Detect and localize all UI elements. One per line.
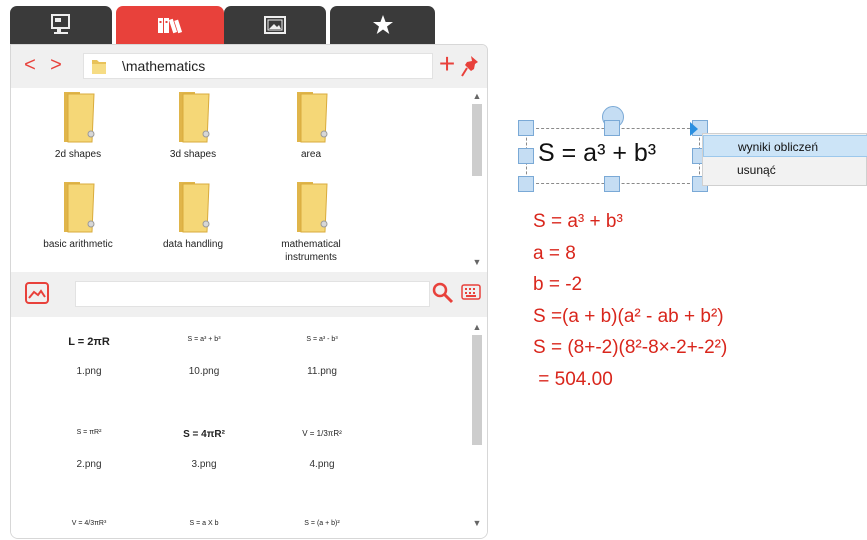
menu-item-delete[interactable]: usunąć — [703, 159, 867, 181]
resize-handle-top-left[interactable] — [518, 120, 534, 136]
calculation-line: S = a³ + b³ — [533, 211, 623, 232]
library-icon — [158, 18, 183, 34]
folder-label: area — [300, 149, 321, 160]
image-icon — [264, 16, 286, 34]
resize-handle-bottom-left[interactable] — [518, 176, 534, 192]
image-item[interactable]: S = (a + b)² — [277, 520, 367, 534]
computer-icon — [51, 14, 70, 34]
folder-label: basic arithmetic — [43, 239, 113, 250]
folder-icon — [179, 182, 210, 233]
library-panel: < > \mathematics + 2d shapes 3d shapes a… — [10, 44, 488, 539]
scroll-thumb[interactable] — [472, 104, 482, 176]
folder-icon — [297, 92, 328, 143]
calculation-line: S = (8+-2)(8²-8×-2+-2²) — [533, 337, 728, 358]
formula-thumbnail: V = 4/3πR³ — [71, 520, 107, 527]
context-menu: wyniki obliczeń usunąć — [702, 133, 867, 186]
image-item[interactable]: S = a³ - b³ 11.png — [277, 336, 367, 377]
search-bar — [11, 272, 487, 317]
path-field[interactable]: \mathematics — [83, 53, 433, 79]
menu-item-calculation-results[interactable]: wyniki obliczeń — [703, 135, 867, 157]
folder-item[interactable]: mathematical instruments — [256, 178, 366, 264]
folder-item[interactable]: area — [256, 88, 366, 161]
scroll-up-icon[interactable]: ▲ — [471, 321, 483, 333]
image-item[interactable]: S = 4πR² 3.png — [159, 429, 249, 470]
library-tabs — [10, 6, 435, 44]
selected-formula[interactable]: S = a³ + b³ — [538, 139, 656, 168]
tab-favorites[interactable] — [330, 6, 435, 44]
formula-thumbnail: V = 1/3πR² — [302, 429, 342, 438]
formula-thumbnail: S = (a + b)² — [304, 520, 340, 527]
file-name: 10.png — [188, 366, 220, 377]
formula-thumbnail: S = a X b — [189, 520, 219, 527]
add-button[interactable]: + — [436, 49, 458, 79]
file-name: 3.png — [191, 459, 217, 470]
folder-icon — [92, 60, 106, 74]
image-insert-icon[interactable] — [25, 282, 49, 304]
folder-scrollbar[interactable]: ▲ ▼ — [471, 90, 483, 268]
file-name: 2.png — [76, 459, 102, 470]
formula-thumbnail: S = a³ - b³ — [306, 336, 338, 343]
calculation-line: S =(a + b)(a² - ab + b²) — [533, 305, 724, 327]
pin-icon[interactable] — [461, 54, 481, 78]
search-icon[interactable] — [432, 282, 454, 304]
image-scrollbar[interactable]: ▲ ▼ — [471, 321, 483, 531]
folder-item[interactable]: 2d shapes — [23, 88, 133, 161]
star-icon — [372, 15, 393, 34]
folder-label: 2d shapes — [54, 149, 102, 160]
image-item[interactable]: S = a X b — [159, 520, 249, 534]
image-item[interactable]: S = πR² 2.png — [44, 429, 134, 470]
formula-thumbnail: S = πR² — [76, 429, 102, 436]
tab-library[interactable] — [116, 6, 224, 44]
calculation-line: b = -2 — [533, 274, 583, 295]
forward-button[interactable]: > — [47, 54, 65, 76]
folder-icon — [64, 92, 95, 143]
scroll-down-icon[interactable]: ▼ — [471, 256, 483, 268]
image-item[interactable]: S = a³ + b³ 10.png — [159, 336, 249, 377]
path-bar: < > \mathematics + — [11, 45, 487, 88]
file-name: 11.png — [307, 366, 337, 377]
folder-icon — [64, 182, 95, 233]
search-input[interactable] — [75, 281, 430, 307]
scroll-thumb[interactable] — [472, 335, 482, 445]
folder-icon — [297, 182, 328, 233]
scroll-down-icon[interactable]: ▼ — [471, 517, 483, 529]
calculation-line: a = 8 — [533, 242, 576, 264]
file-name: 4.png — [309, 459, 335, 470]
folder-icon — [179, 92, 210, 143]
calculation-result: S = a³ + b³ a = 8 b = -2 S =(a + b)(a² -… — [533, 206, 727, 395]
folder-label: mathematical instruments — [281, 239, 341, 263]
resize-handle-left[interactable] — [518, 148, 534, 164]
tab-computer[interactable] — [10, 6, 112, 44]
formula-thumbnail: S = a³ + b³ — [187, 336, 221, 343]
folder-label: 3d shapes — [169, 149, 217, 160]
path-text: \mathematics — [122, 58, 206, 74]
folder-item[interactable]: basic arithmetic — [23, 178, 133, 251]
file-name: 1.png — [76, 366, 102, 377]
folder-label: data handling — [162, 239, 224, 250]
menu-arrow-icon[interactable] — [690, 122, 698, 136]
folder-item[interactable]: 3d shapes — [138, 88, 248, 161]
formula-thumbnail: L = 2πR — [68, 336, 110, 348]
image-item[interactable]: L = 2πR 1.png — [44, 336, 134, 377]
image-grid: L = 2πR 1.png S = a³ + b³ 10.png S = a³ … — [11, 317, 487, 538]
scroll-up-icon[interactable]: ▲ — [471, 90, 483, 102]
back-button[interactable]: < — [21, 54, 39, 76]
image-item[interactable]: V = 1/3πR² 4.png — [277, 429, 367, 470]
folder-item[interactable]: data handling — [138, 178, 248, 251]
tab-images[interactable] — [224, 6, 326, 44]
image-item[interactable]: V = 4/3πR³ — [44, 520, 134, 534]
calculation-line: = 504.00 — [533, 368, 613, 390]
formula-thumbnail: S = 4πR² — [183, 429, 225, 440]
resize-handle-bottom[interactable] — [604, 176, 620, 192]
keyboard-icon[interactable] — [461, 284, 481, 300]
resize-handle-top[interactable] — [604, 120, 620, 136]
